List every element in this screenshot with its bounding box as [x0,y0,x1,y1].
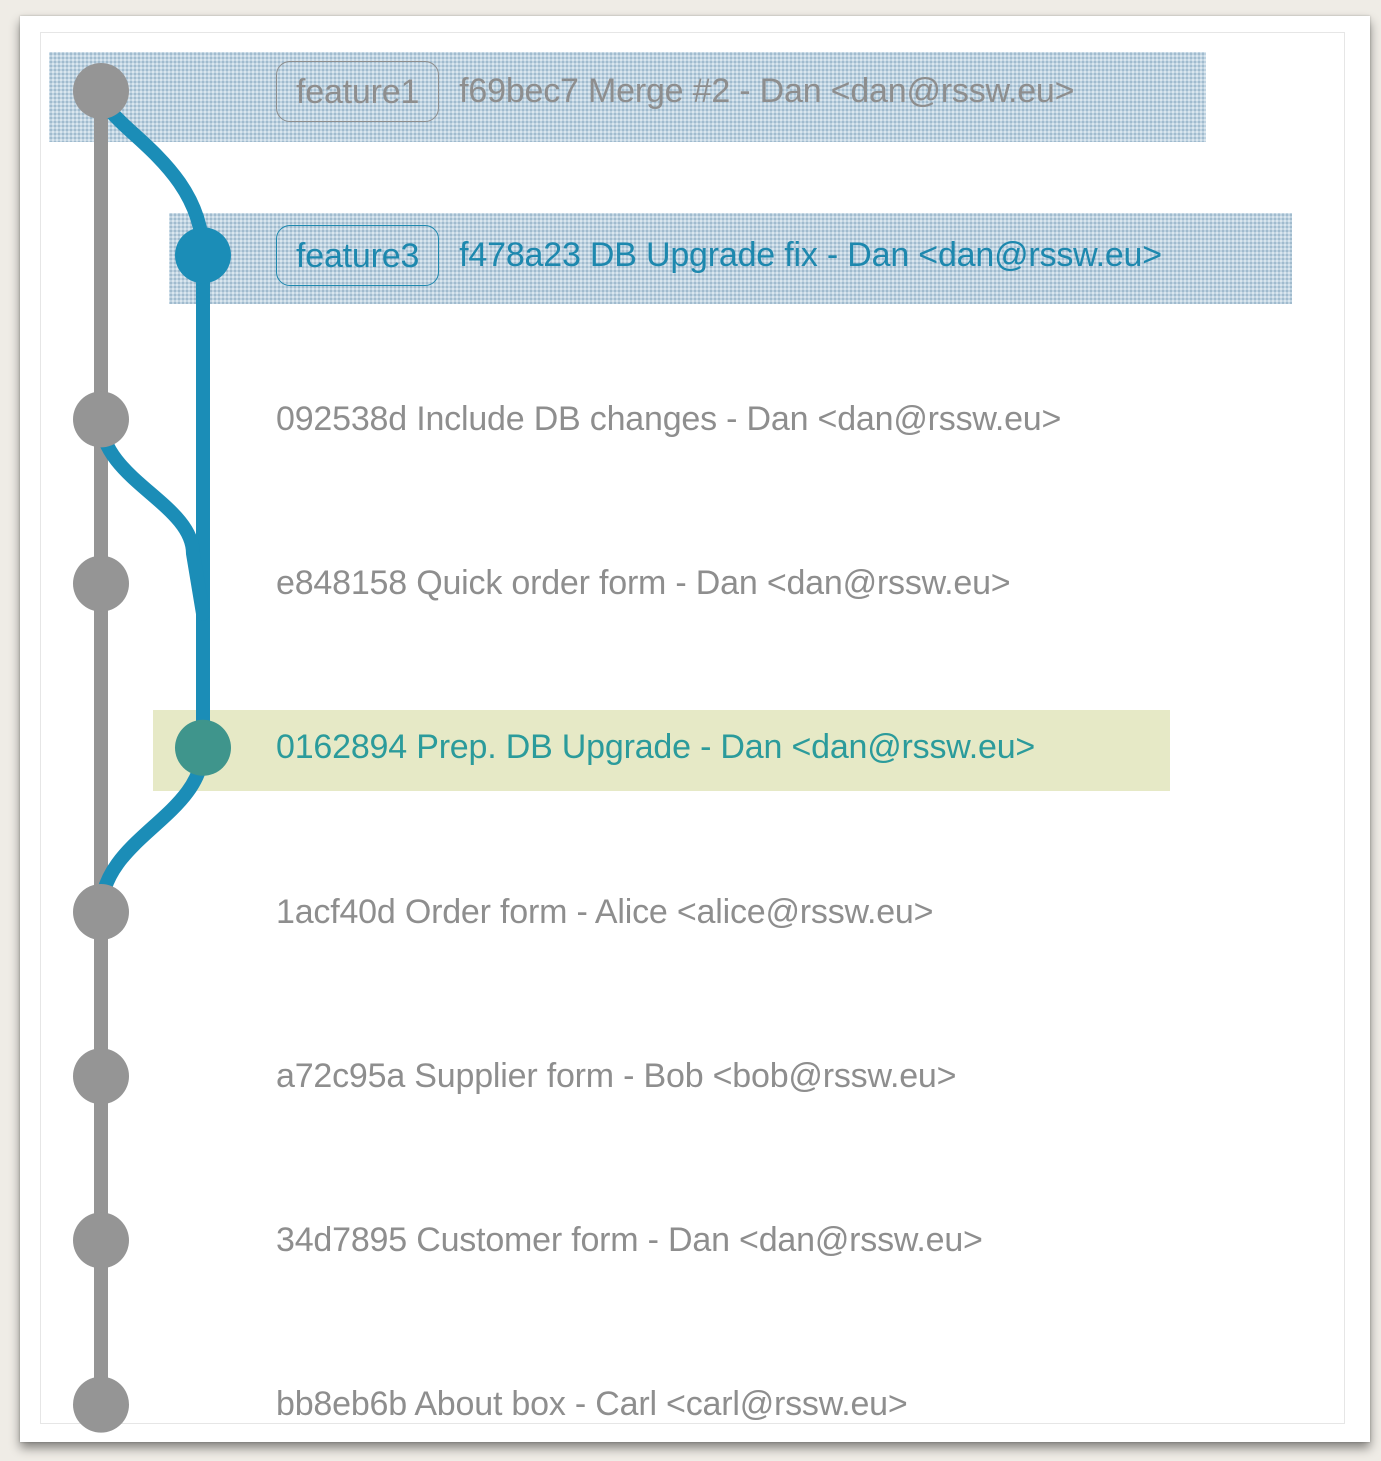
branch-ref-badge[interactable]: feature1 [276,60,440,122]
commit-text: 1acf40d Order form - Alice <alice@rssw.e… [276,892,934,931]
commit-text: f69bec7 Merge #2 - Dan <dan@rssw.eu> [459,71,1075,110]
commit-row[interactable]: a72c95a Supplier form - Bob <bob@rssw.eu… [276,1046,956,1106]
commit-node[interactable] [73,1376,129,1433]
commit-row[interactable]: bb8eb6b About box - Carl <carl@rssw.eu> [276,1375,908,1435]
commit-node[interactable] [73,1212,129,1269]
commit-node[interactable] [175,719,231,776]
commit-row[interactable]: e848158 Quick order form - Dan <dan@rssw… [276,554,1011,614]
commit-text: 0162894 Prep. DB Upgrade - Dan <dan@rssw… [276,728,1036,767]
commit-node[interactable] [175,227,231,284]
branch-edge [94,740,210,919]
commit-text: e848158 Quick order form - Dan <dan@rssw… [276,564,1011,603]
commit-row[interactable]: feature3 f478a23 DB Upgrade fix - Dan <d… [276,224,1162,286]
branch-edge [94,84,210,263]
commit-node[interactable] [73,555,129,612]
commit-row[interactable]: 0162894 Prep. DB Upgrade - Dan <dan@rssw… [276,718,1035,778]
commit-node[interactable] [73,391,129,448]
commit-node[interactable] [73,63,129,119]
commit-row[interactable]: 34d7895 Customer form - Dan <dan@rssw.eu… [276,1210,983,1270]
commit-text: bb8eb6b About box - Carl <carl@rssw.eu> [276,1385,908,1424]
commit-node[interactable] [73,884,129,940]
commit-row[interactable]: 1acf40d Order form - Alice <alice@rssw.e… [276,882,933,942]
commit-text: 092538d Include DB changes - Dan <dan@rs… [276,399,1062,438]
commit-text: 34d7895 Customer form - Dan <dan@rssw.eu… [276,1220,983,1259]
commit-row[interactable]: feature1 f69bec7 Merge #2 - Dan <dan@rss… [276,60,1075,122]
commit-row[interactable]: 092538d Include DB changes - Dan <dan@rs… [276,389,1061,449]
commit-node[interactable] [73,1048,129,1105]
commit-graph-panel: feature1 f69bec7 Merge #2 - Dan <dan@rss… [20,16,1370,1442]
commit-text: f478a23 DB Upgrade fix - Dan <dan@rssw.e… [459,235,1162,274]
branch-ref-badge[interactable]: feature3 [276,224,440,286]
commit-text: a72c95a Supplier form - Bob <bob@rssw.eu… [276,1056,957,1095]
